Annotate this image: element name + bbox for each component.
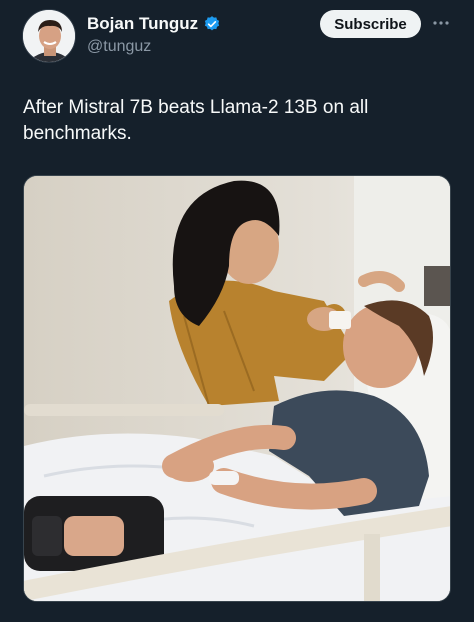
verified-badge-icon: [204, 16, 220, 31]
more-horizontal-icon[interactable]: [430, 12, 452, 34]
hospital-photo-image: [24, 176, 450, 601]
author-name-row: Bojan Tunguz: [87, 14, 221, 34]
subscribe-button[interactable]: Subscribe: [320, 10, 421, 38]
author-name[interactable]: Bojan Tunguz: [87, 14, 198, 34]
author-avatar[interactable]: [22, 9, 76, 63]
avatar-image: [23, 10, 75, 62]
tweet-text: After Mistral 7B beats Llama-2 13B on al…: [23, 97, 369, 144]
tweet-header: Bojan Tunguz @tunguz Subscribe: [22, 9, 454, 65]
author-handle[interactable]: @tunguz: [87, 38, 151, 56]
tweet-media-photo[interactable]: [23, 175, 451, 602]
